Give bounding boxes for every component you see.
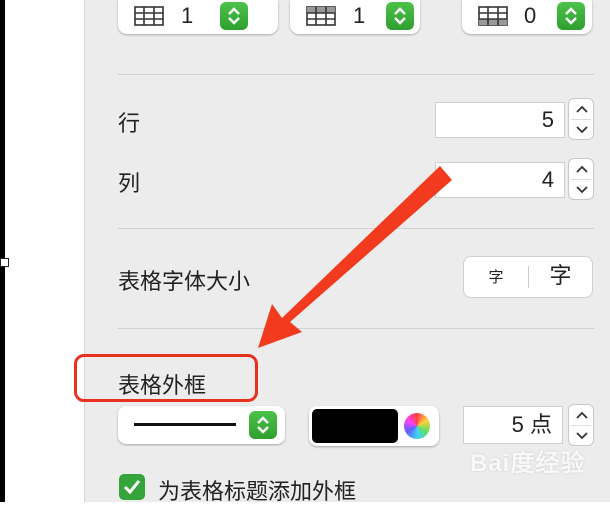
annotation-arrow-icon: [258, 166, 452, 348]
watermark: Bai度经验: [470, 450, 586, 477]
